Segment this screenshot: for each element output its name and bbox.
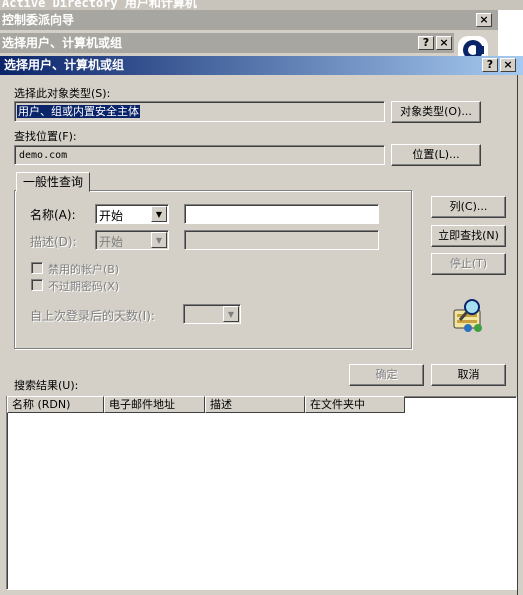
column-header-folder[interactable]: 在文件夹中 — [305, 396, 405, 413]
disabled-accounts-label: 禁用的帐户(B) — [48, 263, 120, 276]
chevron-down-icon[interactable]: ▼ — [151, 206, 167, 222]
wizard-title: 控制委派向导 — [2, 13, 75, 27]
chevron-down-icon[interactable]: ▼ — [223, 306, 239, 322]
column-header-email[interactable]: 电子邮件地址 — [104, 396, 205, 413]
close-button[interactable]: × — [500, 58, 516, 72]
search-results-list[interactable] — [6, 396, 517, 590]
background-edge — [498, 10, 523, 56]
name-input[interactable] — [184, 204, 379, 224]
disabled-accounts-checkbox[interactable] — [31, 262, 43, 274]
description-operator-select[interactable]: 开始 ▼ — [95, 230, 169, 250]
dialog-title: 选择用户、计算机或组 — [4, 58, 125, 72]
column-header-name[interactable]: 名称 (RDN) — [7, 396, 104, 413]
non-expiring-password-label: 不过期密码(X) — [48, 280, 120, 293]
find-now-button[interactable]: 立即查找(N) — [431, 225, 506, 247]
tab-general-query[interactable]: 一般性查询 — [16, 172, 91, 192]
chevron-down-icon[interactable]: ▼ — [151, 232, 167, 248]
stop-button[interactable]: 停止(T) — [431, 253, 506, 275]
location-label: 查找位置(F): — [14, 130, 77, 143]
ok-button[interactable]: 确定 — [349, 364, 424, 386]
object-types-field: 用户、组或内置安全主体 — [14, 101, 385, 122]
search-results-label: 搜索结果(U): — [14, 379, 79, 392]
background-window-title: Active Directory 用户和计算机 — [2, 0, 197, 10]
object-types-value: 用户、组或内置安全主体 — [17, 105, 140, 118]
days-since-logon-select[interactable]: ▼ — [183, 304, 241, 324]
mid-help-button[interactable]: ? — [418, 36, 434, 50]
magnifier-users-icon — [448, 296, 488, 336]
column-header-description[interactable]: 描述 — [205, 396, 305, 413]
name-operator-value: 开始 — [99, 209, 124, 223]
days-since-logon-label: 自上次登录后的天数(I): — [30, 309, 155, 323]
description-input[interactable] — [184, 230, 379, 250]
background-window-titlebar: Active Directory 用户和计算机 — [0, 0, 523, 10]
object-types-label: 选择此对象类型(S): — [14, 87, 111, 100]
mid-close-button[interactable]: × — [436, 36, 452, 50]
mid-dialog-titlebar: 选择用户、计算机或组 — [0, 33, 454, 53]
dialog-titlebar: 选择用户、计算机或组 — [0, 56, 523, 75]
location-button[interactable]: 位置(L)... — [391, 144, 481, 166]
cancel-button[interactable]: 取消 — [431, 364, 506, 386]
name-operator-select[interactable]: 开始 ▼ — [95, 204, 169, 224]
object-types-button[interactable]: 对象类型(O)... — [391, 101, 481, 123]
wizard-logo-icon — [458, 36, 488, 60]
name-label: 名称(A): — [30, 208, 76, 222]
non-expiring-password-checkbox[interactable] — [31, 279, 43, 291]
description-label: 描述(D): — [30, 235, 77, 249]
description-operator-value: 开始 — [99, 235, 124, 249]
mid-dialog-title: 选择用户、计算机或组 — [2, 36, 123, 50]
columns-button[interactable]: 列(C)... — [431, 196, 506, 218]
wizard-titlebar: 控制委派向导 — [0, 10, 498, 30]
wizard-close-button[interactable]: × — [476, 13, 492, 27]
location-field: demo.com — [14, 145, 385, 165]
help-button[interactable]: ? — [482, 58, 498, 72]
